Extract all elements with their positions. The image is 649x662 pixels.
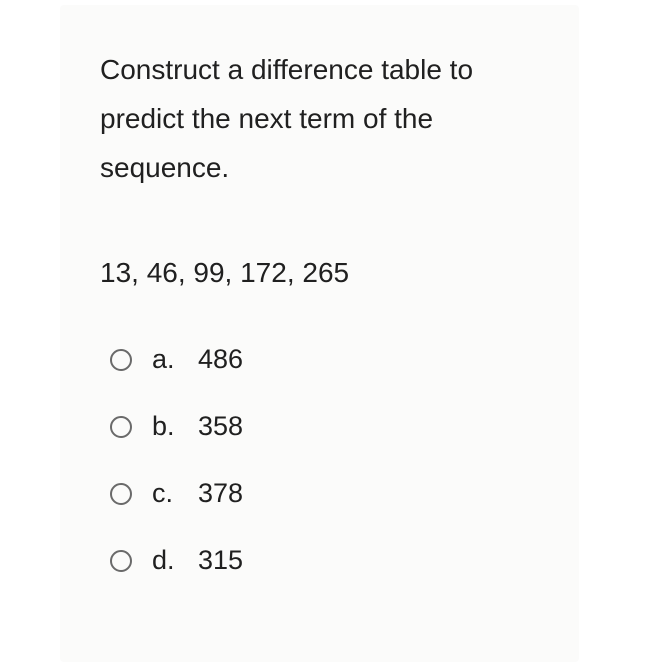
option-value: 378 (198, 478, 243, 509)
option-letter: d. (152, 545, 186, 576)
sequence-text: 13, 46, 99, 172, 265 (100, 252, 539, 294)
option-value: 358 (198, 411, 243, 442)
option-value: 315 (198, 545, 243, 576)
radio-a[interactable] (110, 349, 132, 371)
option-b: b. 358 (110, 411, 539, 442)
option-letter: b. (152, 411, 186, 442)
option-letter: c. (152, 478, 186, 509)
radio-c[interactable] (110, 483, 132, 505)
option-value: 486 (198, 344, 243, 375)
radio-d[interactable] (110, 550, 132, 572)
option-letter: a. (152, 344, 186, 375)
question-card: Construct a difference table to predict … (60, 5, 579, 662)
question-text: Construct a difference table to predict … (100, 45, 539, 192)
option-c: c. 378 (110, 478, 539, 509)
radio-b[interactable] (110, 416, 132, 438)
options-list: a. 486 b. 358 c. 378 d. 315 (100, 344, 539, 576)
option-a: a. 486 (110, 344, 539, 375)
option-d: d. 315 (110, 545, 539, 576)
